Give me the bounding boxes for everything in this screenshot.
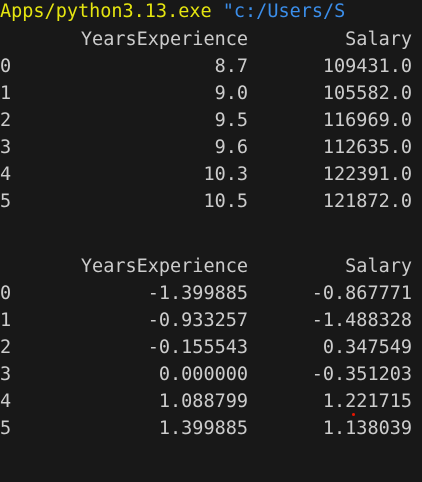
years-experience-value: 10.3 [203,164,248,185]
salary-value: 1.138039 [322,418,412,439]
table-row: 3 0.000000 -0.351203 [0,361,422,388]
table-row: 5 1.399885 1.138039 [0,415,422,442]
years-experience-value: -0.933257 [147,310,248,331]
row-index: 5 [0,191,12,212]
years-experience-value: 9.6 [214,137,248,158]
table-row: 3 9.6 112635.0 [0,134,422,161]
column-header-salary: Salary [345,256,412,277]
row-index: 2 [0,110,12,131]
table-row: 0 -1.399885 -0.867771 [0,280,422,307]
column-header-years-experience: YearsExperience [80,29,248,50]
column-header-salary: Salary [345,29,412,50]
row-index: 0 [0,283,12,304]
row-index: 1 [0,83,12,104]
salary-value: 1.221715 [322,391,412,412]
table-row: 4 1.088799 1.221715 [0,388,422,415]
dataframe-scaled: YearsExperience Salary 0 -1.399885 -0.86… [0,253,422,442]
command-line: Apps/python3.13.exe "c:/Users/S [0,0,422,24]
years-experience-value: 10.5 [203,191,248,212]
mouse-cursor-dot [352,413,355,416]
years-experience-value: 9.0 [214,83,248,104]
column-header-years-experience: YearsExperience [80,256,248,277]
row-index: 0 [0,56,12,77]
table-row: 1 -0.933257 -1.488328 [0,307,422,334]
row-index: 4 [0,164,12,185]
table-row: 0 8.7 109431.0 [0,53,422,80]
years-experience-value: 9.5 [214,110,248,131]
command-path: Apps/python3.13.exe [0,1,212,22]
table-row: 2 -0.155543 0.347549 [0,334,422,361]
years-experience-value: 0.000000 [158,364,248,385]
salary-value: 0.347549 [322,337,412,358]
dataframe-header: YearsExperience Salary [0,253,422,280]
years-experience-value: 1.088799 [158,391,248,412]
command-argument: "c:/Users/S [222,1,346,22]
salary-value: 121872.0 [322,191,412,212]
table-row: 4 10.3 122391.0 [0,161,422,188]
row-index: 5 [0,418,12,439]
salary-value: 105582.0 [322,83,412,104]
years-experience-value: -1.399885 [147,283,248,304]
table-row: 1 9.0 105582.0 [0,80,422,107]
salary-value: 116969.0 [322,110,412,131]
table-row: 5 10.5 121872.0 [0,188,422,215]
salary-value: -0.351203 [311,364,412,385]
row-index: 3 [0,137,12,158]
row-index: 1 [0,310,12,331]
salary-value: -0.867771 [311,283,412,304]
terminal-output[interactable]: Apps/python3.13.exe "c:/Users/S YearsExp… [0,0,422,482]
salary-value: 109431.0 [322,56,412,77]
row-index: 2 [0,337,12,358]
dataframe-header: YearsExperience Salary [0,26,422,53]
dataframe-raw: YearsExperience Salary 0 8.7 109431.0 1 … [0,26,422,215]
row-index: 3 [0,364,12,385]
years-experience-value: 1.399885 [158,418,248,439]
salary-value: 112635.0 [322,137,412,158]
years-experience-value: 8.7 [214,56,248,77]
table-row: 2 9.5 116969.0 [0,107,422,134]
years-experience-value: -0.155543 [147,337,248,358]
salary-value: -1.488328 [311,310,412,331]
row-index: 4 [0,391,12,412]
salary-value: 122391.0 [322,164,412,185]
